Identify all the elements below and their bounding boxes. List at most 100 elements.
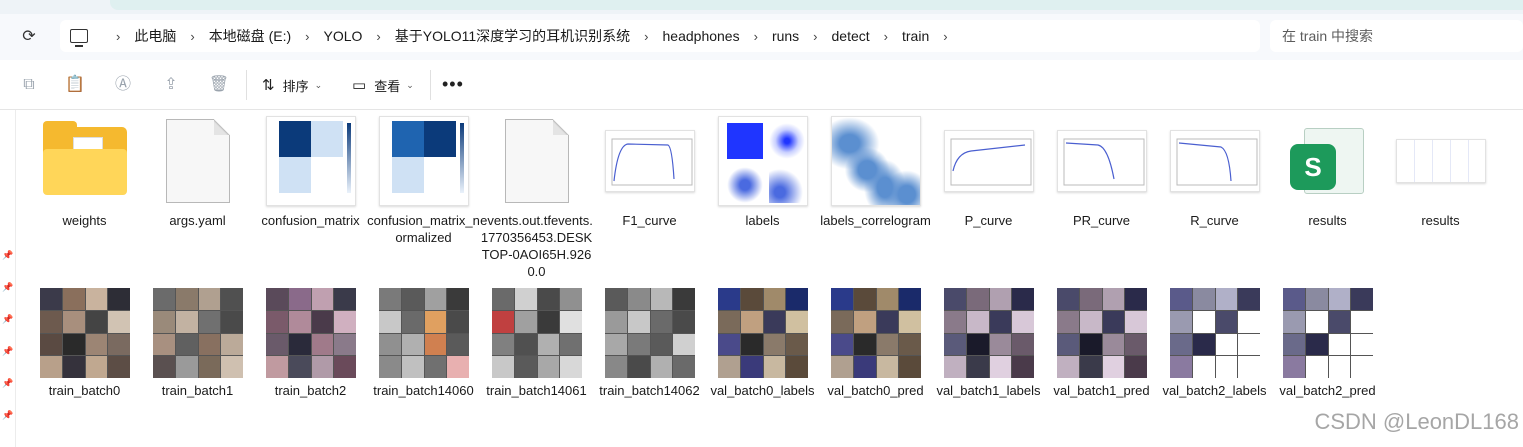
file-item[interactable]: confusion_matrix — [254, 112, 367, 282]
mosaic-tile — [40, 333, 62, 356]
file-item[interactable]: val_batch1_labels — [932, 286, 1045, 426]
mosaic-tile — [1012, 333, 1034, 356]
file-item[interactable]: labels — [706, 112, 819, 282]
delete-icon[interactable]: 🗑 — [208, 74, 230, 96]
chevron-right-icon[interactable]: › — [305, 29, 309, 44]
mosaic-tile — [831, 356, 853, 378]
mosaic-tile — [1170, 356, 1192, 378]
mosaic-tile — [1238, 333, 1260, 356]
file-item[interactable]: args.yaml — [141, 112, 254, 282]
mosaic-tile — [379, 310, 401, 333]
title-bar — [0, 0, 1523, 14]
address-bar[interactable]: › 此电脑 › 本地磁盘 (E:) › YOLO › 基于YOLO11深度学习的耳机识别系统 ›… — [60, 20, 1260, 52]
mosaic-tile — [786, 288, 808, 310]
breadcrumb-item[interactable]: runs — [772, 28, 799, 44]
breadcrumb-item[interactable]: 本地磁盘 (E:) — [209, 26, 291, 46]
mosaic-tile — [876, 356, 899, 378]
file-item[interactable]: val_batch0_pred — [819, 286, 932, 426]
mosaic-tile — [899, 356, 921, 378]
file-item[interactable]: R_curve — [1158, 112, 1271, 282]
mosaic-tile — [786, 310, 808, 333]
mosaic-tile — [989, 356, 1012, 378]
mosaic-tile — [221, 333, 243, 356]
file-item[interactable]: train_batch14060 — [367, 286, 480, 426]
mosaic-tile — [605, 333, 627, 356]
file-item[interactable]: train_batch0 — [28, 286, 141, 426]
refresh-icon[interactable]: ⟳ — [18, 26, 40, 48]
file-item[interactable]: train_batch14061 — [480, 286, 593, 426]
mosaic-tile — [379, 333, 401, 356]
view-icon: ▭ — [352, 77, 367, 94]
file-item[interactable]: F1_curve — [593, 112, 706, 282]
mosaic-tile — [1057, 356, 1079, 378]
file-item[interactable]: labels_correlogram — [819, 112, 932, 282]
mosaic-tile — [673, 288, 695, 310]
breadcrumb-item[interactable]: headphones — [663, 28, 740, 44]
copy-icon[interactable]: ⧉ — [18, 74, 40, 96]
mosaic-tile — [401, 288, 424, 310]
view-button[interactable]: ▭ 查看 ⌄ — [352, 74, 414, 96]
mosaic-tile — [650, 333, 673, 356]
mosaic-tile — [198, 333, 221, 356]
share-icon[interactable]: ⇪ — [160, 74, 182, 96]
file-item[interactable]: P_curve — [932, 112, 1045, 282]
file-item[interactable]: val_batch2_pred — [1271, 286, 1384, 426]
file-item[interactable]: val_batch0_labels — [706, 286, 819, 426]
mosaic-tile — [740, 356, 763, 378]
mosaic-tile — [740, 288, 763, 310]
file-item[interactable]: val_batch2_labels — [1158, 286, 1271, 426]
paste-icon[interactable]: 📋 — [64, 74, 86, 96]
file-item[interactable]: PR_curve — [1045, 112, 1158, 282]
mosaic-tile — [424, 333, 447, 356]
file-item[interactable]: train_batch2 — [254, 286, 367, 426]
chevron-right-icon[interactable]: › — [813, 29, 817, 44]
labels-plot-thumbnail — [718, 116, 808, 206]
file-item[interactable]: Sresults — [1271, 112, 1384, 282]
file-item[interactable]: events.out.tfevents.1770356453.DESKTOP-0… — [480, 112, 593, 282]
file-item[interactable]: results — [1384, 112, 1497, 282]
chevron-right-icon[interactable]: › — [943, 29, 947, 44]
pin-icon: 📌 — [2, 314, 14, 324]
chevron-right-icon[interactable]: › — [116, 29, 120, 44]
mosaic-tile — [1305, 356, 1328, 378]
file-item[interactable]: train_batch14062 — [593, 286, 706, 426]
chevron-right-icon[interactable]: › — [376, 29, 380, 44]
file-item[interactable]: weights — [28, 112, 141, 282]
active-tab[interactable] — [110, 0, 1523, 10]
breadcrumb-item[interactable]: detect — [832, 28, 870, 44]
mosaic-tile — [1305, 333, 1328, 356]
mosaic-tile — [198, 310, 221, 333]
chevron-right-icon[interactable]: › — [644, 29, 648, 44]
mosaic-tile — [514, 288, 537, 310]
more-options-icon[interactable]: ••• — [442, 74, 464, 95]
file-name: train_batch2 — [274, 383, 347, 398]
file-item[interactable]: confusion_matrix_normalized — [367, 112, 480, 282]
chevron-right-icon[interactable]: › — [754, 29, 758, 44]
sort-button[interactable]: ⇅ 排序 ⌄ — [262, 74, 322, 96]
mosaic-tile — [1192, 310, 1215, 333]
mosaic-tile — [966, 310, 989, 333]
breadcrumb-item[interactable]: YOLO — [323, 28, 362, 44]
image-batch-thumbnail — [492, 288, 582, 378]
file-item[interactable]: val_batch1_pred — [1045, 286, 1158, 426]
search-input[interactable]: 在 train 中搜索 — [1270, 20, 1523, 52]
chevron-right-icon[interactable]: › — [884, 29, 888, 44]
mosaic-tile — [650, 288, 673, 310]
breadcrumb-item[interactable]: 此电脑 — [134, 26, 176, 46]
mosaic-tile — [492, 356, 514, 378]
mosaic-tile — [153, 333, 175, 356]
mosaic-tile — [221, 310, 243, 333]
mosaic-tile — [763, 356, 786, 378]
rename-icon[interactable]: Ⓐ — [112, 74, 134, 96]
breadcrumb-item[interactable]: train — [902, 28, 929, 44]
mosaic-tile — [447, 356, 469, 378]
mosaic-tile — [740, 333, 763, 356]
breadcrumb-item[interactable]: 基于YOLO11深度学习的耳机识别系统 — [395, 26, 630, 46]
file-item[interactable]: train_batch1 — [141, 286, 254, 426]
mosaic-tile — [1079, 310, 1102, 333]
chevron-right-icon[interactable]: › — [190, 29, 194, 44]
mosaic-tile — [1351, 288, 1373, 310]
sort-label: 排序 — [282, 78, 309, 94]
image-batch-thumbnail — [605, 288, 695, 378]
mosaic-tile — [175, 333, 198, 356]
